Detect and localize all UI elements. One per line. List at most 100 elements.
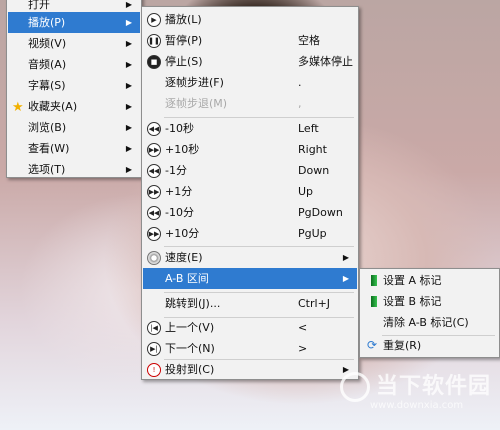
menu-item-label: +10分 bbox=[165, 227, 200, 240]
menu-item-set-b[interactable]: 设置 B 标记 bbox=[361, 291, 498, 312]
shortcut-label: Ctrl+J bbox=[298, 297, 331, 310]
shortcut-label: Left bbox=[298, 122, 319, 135]
menu-item-label: 视频(V) bbox=[28, 37, 67, 50]
menu-item-label: 逐帧步进(F) bbox=[165, 76, 224, 89]
menu-item-label: -1分 bbox=[165, 164, 187, 177]
menu-item-label: 收藏夹(A) bbox=[28, 100, 78, 113]
menu-item-ab-loop[interactable]: A-B 区间 ▶ bbox=[143, 268, 357, 289]
shortcut-label: 空格 bbox=[298, 34, 320, 47]
menu-item-label: 逐帧步退(M) bbox=[165, 97, 228, 110]
chevron-right-icon: ▶ bbox=[125, 60, 132, 69]
rewind-icon: ◀◀ bbox=[147, 206, 161, 220]
menu-item-frame-back: 逐帧步退(M) , bbox=[143, 93, 357, 114]
watermark-text: 当下软件园 bbox=[376, 374, 492, 399]
chevron-right-icon: ▶ bbox=[125, 102, 132, 111]
menu-item-label: 浏览(B) bbox=[28, 121, 67, 134]
menu-item-label: 设置 A 标记 bbox=[383, 274, 442, 287]
menu-item-frame-step[interactable]: 逐帧步进(F) . bbox=[143, 72, 357, 93]
menu-item-label: 清除 A-B 标记(C) bbox=[383, 316, 469, 329]
menu-item-label: 下一个(N) bbox=[165, 342, 215, 355]
menu-item-label: 字幕(S) bbox=[28, 79, 66, 92]
menu-item-label: 音频(A) bbox=[28, 58, 67, 71]
chevron-right-icon: ▶ bbox=[342, 253, 349, 262]
shortcut-label: 多媒体停止 bbox=[298, 55, 353, 68]
shortcut-label: PgUp bbox=[298, 227, 327, 240]
chevron-right-icon: ▶ bbox=[125, 144, 132, 153]
chevron-right-icon: ▶ bbox=[125, 81, 132, 90]
forward-icon: ▶▶ bbox=[147, 227, 161, 241]
menu-item-clear-ab[interactable]: 清除 A-B 标记(C) bbox=[361, 312, 498, 333]
play-icon: ▶ bbox=[147, 13, 161, 27]
rewind-icon: ◀◀ bbox=[147, 122, 161, 136]
play-submenu: ▶ 播放(L) ❚❚ 暂停(P) 空格 ■ 停止(S) 多媒体停止 逐帧步进(F… bbox=[141, 6, 359, 380]
chevron-right-icon: ▶ bbox=[125, 18, 132, 27]
next-icon: ▶| bbox=[147, 342, 161, 356]
menu-item-cast-to[interactable]: ! 投射到(C) ▶ bbox=[143, 359, 357, 380]
menu-item-play[interactable]: 播放(P) ▶ bbox=[8, 12, 140, 33]
menu-item-video[interactable]: 视频(V) ▶ bbox=[8, 33, 140, 54]
chevron-right-icon: ▶ bbox=[125, 123, 132, 132]
menu-item-label: 播放(L) bbox=[165, 13, 202, 26]
menu-item-back-10m[interactable]: ◀◀ -10分 PgDown bbox=[143, 202, 357, 223]
star-icon: ★ bbox=[12, 100, 24, 115]
menu-item-label: -10秒 bbox=[165, 122, 194, 135]
shortcut-label: . bbox=[298, 76, 302, 89]
menu-item-label: 速度(E) bbox=[165, 251, 203, 264]
chevron-right-icon: ▶ bbox=[125, 39, 132, 48]
menu-item-favorites[interactable]: ★ 收藏夹(A) ▶ bbox=[8, 96, 140, 117]
menu-item-forward-10m[interactable]: ▶▶ +10分 PgUp bbox=[143, 223, 357, 244]
menu-item-label: 播放(P) bbox=[28, 16, 66, 29]
cast-icon: ! bbox=[147, 363, 161, 377]
forward-icon: ▶▶ bbox=[147, 143, 161, 157]
shortcut-label: > bbox=[298, 342, 308, 355]
menu-item-label: 跳转到(J)... bbox=[165, 297, 221, 310]
menu-item-back-1m[interactable]: ◀◀ -1分 Down bbox=[143, 160, 357, 181]
menu-item-repeat[interactable]: ⟳ 重复(R) bbox=[361, 335, 498, 356]
shortcut-label: Right bbox=[298, 143, 327, 156]
menu-item-audio[interactable]: 音频(A) ▶ bbox=[8, 54, 140, 75]
menu-item-forward-1m[interactable]: ▶▶ +1分 Up bbox=[143, 181, 357, 202]
shortcut-label: < bbox=[298, 321, 308, 334]
menu-item-label: 暂停(P) bbox=[165, 34, 203, 47]
menu-item-speed[interactable]: 速度(E) ▶ bbox=[143, 247, 357, 268]
watermark-logo bbox=[340, 372, 370, 402]
menu-item-pause[interactable]: ❚❚ 暂停(P) 空格 bbox=[143, 30, 357, 51]
menu-item-forward-10s[interactable]: ▶▶ +10秒 Right bbox=[143, 139, 357, 160]
menu-item-stop[interactable]: ■ 停止(S) 多媒体停止 bbox=[143, 51, 357, 72]
main-context-menu: 打开 ▶ 播放(P) ▶ 视频(V) ▶ 音频(A) ▶ 字幕(S) ▶ ★ 收… bbox=[6, 0, 142, 178]
stop-icon: ■ bbox=[147, 55, 161, 69]
menu-item-next[interactable]: ▶| 下一个(N) > bbox=[143, 338, 357, 359]
menu-item-jump-to[interactable]: 跳转到(J)... Ctrl+J bbox=[143, 293, 357, 314]
menu-item-play-action[interactable]: ▶ 播放(L) bbox=[143, 9, 357, 30]
pause-icon: ❚❚ bbox=[147, 34, 161, 48]
watermark-url: www.downxia.com bbox=[370, 400, 464, 411]
menu-item-back-10s[interactable]: ◀◀ -10秒 Left bbox=[143, 118, 357, 139]
menu-item-subtitles[interactable]: 字幕(S) ▶ bbox=[8, 75, 140, 96]
menu-item-options[interactable]: 选项(T) ▶ bbox=[8, 159, 140, 180]
chevron-right-icon: ▶ bbox=[342, 274, 349, 283]
menu-item-label: 停止(S) bbox=[165, 55, 203, 68]
flag-a-icon bbox=[371, 275, 377, 286]
repeat-icon: ⟳ bbox=[367, 338, 378, 352]
menu-item-label: +1分 bbox=[165, 185, 193, 198]
menu-item-previous[interactable]: |◀ 上一个(V) < bbox=[143, 317, 357, 338]
shortcut-label: PgDown bbox=[298, 206, 343, 219]
menu-item-label: 上一个(V) bbox=[165, 321, 215, 334]
menu-item-set-a[interactable]: 设置 A 标记 bbox=[361, 270, 498, 291]
menu-item-browse[interactable]: 浏览(B) ▶ bbox=[8, 117, 140, 138]
ab-loop-submenu: 设置 A 标记 设置 B 标记 清除 A-B 标记(C) ⟳ 重复(R) bbox=[359, 268, 500, 358]
menu-item-label: +10秒 bbox=[165, 143, 200, 156]
menu-item-label: 查看(W) bbox=[28, 142, 70, 155]
speed-icon bbox=[147, 251, 161, 265]
menu-item-label: 投射到(C) bbox=[165, 363, 215, 376]
previous-icon: |◀ bbox=[147, 321, 161, 335]
forward-icon: ▶▶ bbox=[147, 185, 161, 199]
menu-item-label: 设置 B 标记 bbox=[383, 295, 442, 308]
menu-item-view[interactable]: 查看(W) ▶ bbox=[8, 138, 140, 159]
chevron-right-icon: ▶ bbox=[125, 165, 132, 174]
flag-b-icon bbox=[371, 296, 377, 307]
menu-item-label: -10分 bbox=[165, 206, 194, 219]
menu-item-label: A-B 区间 bbox=[165, 272, 209, 285]
rewind-icon: ◀◀ bbox=[147, 164, 161, 178]
menu-item-label: 重复(R) bbox=[383, 339, 422, 352]
